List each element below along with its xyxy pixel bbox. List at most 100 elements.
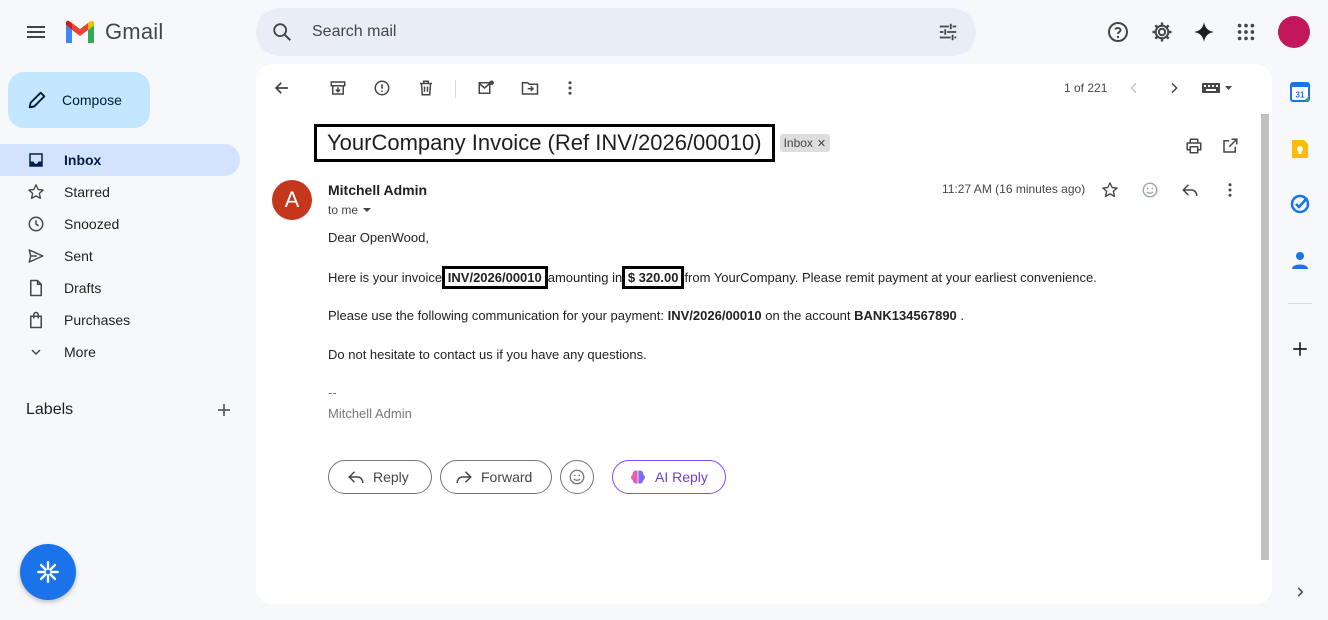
contacts-app-button[interactable] <box>1288 248 1312 272</box>
sidebar-item-purchases[interactable]: Purchases <box>0 304 240 336</box>
move-to-button[interactable] <box>510 68 550 108</box>
back-button[interactable] <box>262 68 302 108</box>
sidebar-item-starred[interactable]: Starred <box>0 176 240 208</box>
sidebar-item-label: Drafts <box>64 280 102 296</box>
signature-separator: -- <box>328 385 337 400</box>
support-button[interactable] <box>1098 12 1138 52</box>
archive-button[interactable] <box>318 68 358 108</box>
ai-reply-button[interactable]: AI Reply <box>612 460 726 494</box>
search-options-button[interactable] <box>928 12 968 52</box>
body-text: Here is your invoice <box>328 270 443 285</box>
main-menu-button[interactable] <box>16 12 56 52</box>
emoji-icon <box>569 469 585 485</box>
email-greeting: Dear OpenWood, <box>328 230 429 245</box>
gmail-logo[interactable]: Gmail <box>64 19 163 45</box>
search-button[interactable] <box>262 12 302 52</box>
print-icon <box>1186 138 1202 154</box>
more-actions-button[interactable] <box>550 68 590 108</box>
compose-label: Compose <box>62 92 122 108</box>
forward-button[interactable]: Forward <box>440 460 552 494</box>
older-button[interactable] <box>1154 68 1194 108</box>
star-icon <box>1102 182 1118 198</box>
email-timestamp: 11:27 AM (16 minutes ago) <box>942 182 1086 196</box>
sidebar-item-label: More <box>64 344 96 360</box>
message-more-button[interactable] <box>1210 170 1250 210</box>
chevron-down-icon <box>26 342 46 362</box>
sparkle-icon <box>37 561 59 583</box>
reaction-button[interactable] <box>560 460 594 494</box>
mark-unread-button[interactable] <box>466 68 506 108</box>
input-tools-button[interactable] <box>1196 68 1240 108</box>
draft-icon <box>26 278 46 298</box>
add-reaction-button[interactable] <box>1130 170 1170 210</box>
sender-avatar[interactable]: A <box>272 180 312 220</box>
svg-text:31: 31 <box>1296 91 1305 100</box>
search-bar[interactable] <box>256 8 976 56</box>
email-subject: YourCompany Invoice (Ref INV/2026/00010) <box>314 124 775 162</box>
invoice-reference: INV/2026/00010 <box>441 266 548 289</box>
forward-icon <box>456 471 472 484</box>
chevron-left-icon <box>1130 82 1137 94</box>
gemini-button[interactable] <box>1184 12 1224 52</box>
search-input[interactable] <box>310 22 914 42</box>
recipient-text: to me <box>328 203 359 217</box>
label-chip-text: Inbox <box>783 136 813 150</box>
newer-button[interactable] <box>1114 68 1154 108</box>
reply-button[interactable]: Reply <box>328 460 432 494</box>
reply-icon <box>1182 184 1198 197</box>
trash-icon <box>420 80 432 96</box>
bank-account: BANK134567890 <box>854 308 957 323</box>
keep-icon <box>1292 140 1308 158</box>
recipient-details-toggle[interactable]: to me <box>328 203 372 217</box>
gmail-m-icon <box>66 20 94 43</box>
sidebar-item-snoozed[interactable]: Snoozed <box>0 208 240 240</box>
mail-unread-icon <box>478 80 494 94</box>
more-vert-icon <box>568 81 572 95</box>
reply-icon-button[interactable] <box>1170 170 1210 210</box>
sidebar-item-inbox[interactable]: Inbox <box>0 144 240 176</box>
signature-name: Mitchell Admin <box>328 406 412 421</box>
calendar-app-button[interactable]: 31 <box>1288 80 1312 104</box>
contacts-icon <box>1292 252 1308 269</box>
pencil-icon <box>28 91 46 109</box>
sidebar-item-more[interactable]: More <box>0 336 240 368</box>
sidebar-item-drafts[interactable]: Drafts <box>0 272 240 304</box>
open-in-new-window-button[interactable] <box>1210 126 1250 166</box>
scrollbar-thumb[interactable] <box>1261 114 1269 560</box>
app-name: Gmail <box>105 19 164 44</box>
print-button[interactable] <box>1174 126 1214 166</box>
apps-button[interactable] <box>1226 12 1266 52</box>
star-icon <box>26 182 46 202</box>
get-addons-button[interactable] <box>1288 337 1312 361</box>
report-icon <box>374 80 390 96</box>
account-avatar[interactable] <box>1278 16 1310 48</box>
remove-label-icon[interactable]: ✕ <box>817 137 826 150</box>
body-text: from YourCompany. Please remit payment a… <box>684 270 1097 285</box>
report-spam-button[interactable] <box>362 68 402 108</box>
body-text: amounting in <box>547 270 623 285</box>
tasks-app-button[interactable] <box>1288 192 1312 216</box>
pagination-count: 1 of 221 <box>1064 81 1108 95</box>
chevron-right-icon <box>1171 82 1178 94</box>
reply-label: Reply <box>373 469 409 485</box>
create-label-button[interactable] <box>208 394 240 426</box>
tasks-icon <box>1290 194 1310 214</box>
keep-app-button[interactable] <box>1288 137 1312 161</box>
show-side-panel-button[interactable] <box>1288 580 1312 604</box>
gemini-icon <box>1194 22 1214 42</box>
compose-button[interactable]: Compose <box>8 72 150 128</box>
chevron-right-icon <box>1297 587 1304 597</box>
bag-icon <box>26 310 46 330</box>
sender-name[interactable]: Mitchell Admin <box>328 182 427 198</box>
tune-icon <box>939 23 957 41</box>
assistant-fab-button[interactable] <box>20 544 76 600</box>
send-icon <box>26 246 46 266</box>
more-vert-icon <box>1228 183 1232 197</box>
apps-icon <box>1237 23 1255 41</box>
settings-button[interactable] <box>1142 12 1182 52</box>
sidebar-item-sent[interactable]: Sent <box>0 240 240 272</box>
plus-icon <box>1293 342 1307 356</box>
delete-button[interactable] <box>406 68 446 108</box>
star-email-button[interactable] <box>1090 170 1130 210</box>
emoji-icon <box>1142 182 1158 198</box>
